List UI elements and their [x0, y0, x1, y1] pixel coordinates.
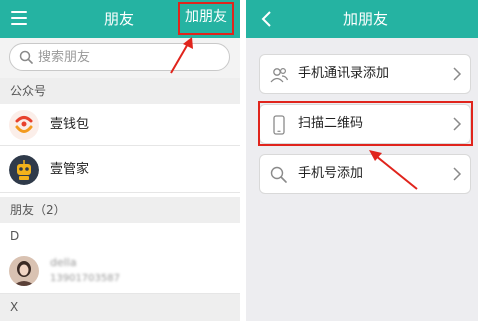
search-icon [19, 50, 33, 64]
index-letter-d: D [0, 223, 240, 249]
chevron-right-icon [453, 67, 462, 81]
list-item-label: 壹钱包 [50, 117, 90, 132]
contact-phone: 13901703587 [50, 273, 120, 284]
wallet-logo-icon [9, 110, 39, 140]
chevron-right-icon [453, 167, 462, 181]
option-contacts-add[interactable]: 手机通讯录添加 [259, 54, 471, 94]
annotation-arrow [170, 37, 193, 74]
contacts-icon [270, 67, 289, 83]
index-letter-x: X [0, 294, 240, 321]
search-icon [270, 166, 287, 183]
contact-name: della [50, 256, 77, 269]
search-bar [0, 38, 240, 78]
add-friend-screen: 加朋友 手机通讯录添加 扫描二维码 手机号添加 [246, 0, 478, 321]
friends-screen: 朋友 加朋友 公众号 壹钱包 [0, 0, 240, 321]
back-icon[interactable] [260, 11, 272, 27]
page-title: 朋友 [104, 10, 135, 28]
annotation-highlight-box [258, 101, 473, 146]
menu-icon[interactable] [11, 11, 27, 25]
option-label: 手机号添加 [298, 166, 364, 181]
contact-item[interactable]: della 13901703587 [0, 248, 240, 294]
list-item-wallet[interactable]: 壹钱包 [0, 104, 240, 146]
list-item-label: 壹管家 [50, 162, 90, 177]
option-label: 手机通讯录添加 [298, 66, 390, 81]
avatar [9, 256, 39, 286]
section-header-public-accounts: 公众号 [0, 78, 240, 104]
butler-robot-icon [9, 155, 39, 185]
section-header-friends: 朋友（2） [0, 197, 240, 223]
page-title: 加朋友 [343, 10, 389, 28]
list-item-butler[interactable]: 壹管家 [0, 147, 240, 193]
annotation-arrow [369, 150, 418, 190]
annotation-highlight-box [178, 2, 234, 35]
add-friend-header: 加朋友 [246, 0, 478, 38]
